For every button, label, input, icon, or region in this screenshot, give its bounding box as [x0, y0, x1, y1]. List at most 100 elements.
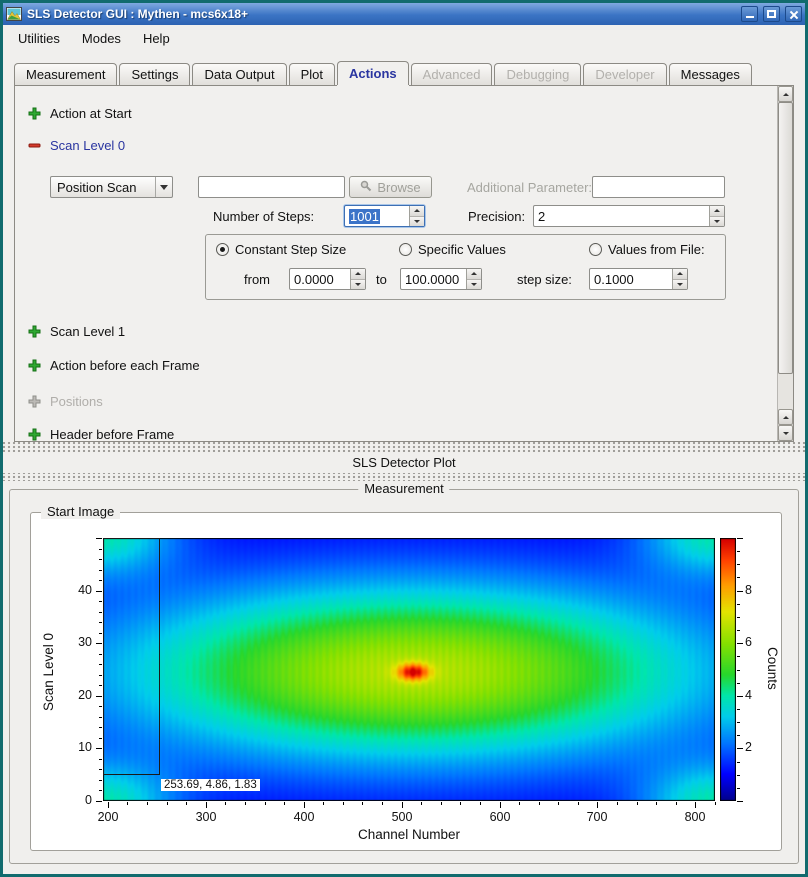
step-size-spinbox[interactable]: 0.1000: [589, 268, 688, 290]
menu-utilities[interactable]: Utilities: [11, 28, 67, 49]
axis-tick: [402, 802, 403, 808]
combo-dropdown-arrow[interactable]: [155, 177, 172, 197]
scrollbar-thumb[interactable]: [778, 102, 793, 374]
scroll-up-button[interactable]: [778, 86, 793, 102]
axis-tick: [99, 769, 102, 770]
tab-advanced[interactable]: Advanced: [411, 63, 493, 85]
expand-plus-icon[interactable]: [28, 428, 41, 441]
axis-tick: [265, 802, 266, 805]
to-spinbox[interactable]: 100.0000: [400, 268, 482, 290]
spin-up-button[interactable]: [467, 269, 481, 280]
positions-row[interactable]: Positions: [28, 394, 103, 409]
axis-tick: [225, 802, 226, 805]
axis-tick: [480, 802, 481, 805]
titlebar[interactable]: SLS Detector GUI : Mythen - mcs6x18+: [3, 3, 805, 25]
collapse-minus-icon[interactable]: [28, 139, 41, 152]
action-at-start-label: Action at Start: [50, 106, 132, 121]
number-of-steps-spinbox[interactable]: 1001: [344, 205, 425, 227]
tab-messages[interactable]: Messages: [669, 63, 752, 85]
menu-help[interactable]: Help: [136, 28, 177, 49]
plot-area: Measurement Start Image Scan Level 0 Cha…: [3, 481, 805, 874]
radio-specific-values[interactable]: Specific Values: [399, 242, 506, 257]
spin-up-button[interactable]: [710, 206, 724, 217]
axis-tick: [737, 630, 740, 631]
browse-button[interactable]: Browse: [349, 176, 432, 198]
spin-down-button[interactable]: [467, 280, 481, 290]
cbar-tick-label: 8: [745, 583, 752, 597]
actions-scrollbar[interactable]: [777, 86, 793, 441]
from-spinbox[interactable]: 0.0000: [289, 268, 366, 290]
axis-tick: [737, 696, 743, 697]
spin-up-button[interactable]: [351, 269, 365, 280]
tab-settings[interactable]: Settings: [119, 63, 190, 85]
action-before-frame-row[interactable]: Action before each Frame: [28, 358, 200, 373]
menu-modes[interactable]: Modes: [75, 28, 128, 49]
measurement-group: Measurement Start Image Scan Level 0 Cha…: [9, 489, 799, 864]
scan-mode-value: Position Scan: [51, 177, 155, 197]
precision-value[interactable]: 2: [534, 206, 709, 226]
scroll-up-button-bottom[interactable]: [778, 409, 793, 425]
axis-tick: [323, 802, 324, 805]
maximize-button[interactable]: [763, 6, 780, 22]
axis-tick: [737, 748, 743, 749]
tab-actions[interactable]: Actions: [337, 61, 409, 85]
expand-plus-icon[interactable]: [28, 107, 41, 120]
axis-tick: [597, 802, 598, 808]
scan-level-1-row[interactable]: Scan Level 1: [28, 324, 125, 339]
radio-constant-step-size[interactable]: Constant Step Size: [216, 242, 346, 257]
minimize-button[interactable]: [741, 6, 758, 22]
additional-parameter-field[interactable]: [592, 176, 725, 198]
tab-bar-wrap: Measurement Settings Data Output Plot Ac…: [3, 51, 805, 85]
from-value[interactable]: 0.0000: [290, 269, 350, 289]
x-tick-label: 200: [88, 810, 128, 824]
precision-spinbox[interactable]: 2: [533, 205, 725, 227]
axis-tick: [99, 717, 102, 718]
axis-tick: [421, 802, 422, 805]
spin-buttons: [466, 269, 481, 289]
tab-measurement[interactable]: Measurement: [14, 63, 117, 85]
step-size-value[interactable]: 0.1000: [590, 269, 672, 289]
x-axis-title: Channel Number: [103, 827, 715, 842]
splitter-handle-lower[interactable]: [3, 473, 805, 481]
cbar-tick-label: 6: [745, 635, 752, 649]
spin-down-button[interactable]: [673, 280, 687, 290]
y-tick-label: 40: [62, 583, 92, 597]
axis-tick: [206, 802, 207, 808]
header-before-frame-row[interactable]: Header before Frame: [28, 427, 174, 441]
tab-debugging[interactable]: Debugging: [494, 63, 581, 85]
scroll-down-button[interactable]: [778, 425, 793, 441]
axis-tick: [99, 601, 102, 602]
axis-tick: [304, 802, 305, 808]
expand-plus-icon[interactable]: [28, 325, 41, 338]
spin-down-button[interactable]: [410, 217, 424, 227]
spin-up-button[interactable]: [410, 206, 424, 217]
axis-tick: [737, 709, 740, 710]
scan-level-0-row[interactable]: Scan Level 0: [28, 138, 125, 153]
close-button[interactable]: [785, 6, 802, 22]
axis-tick: [99, 570, 102, 571]
window-title: SLS Detector GUI : Mythen - mcs6x18+: [27, 7, 736, 21]
radio-icon: [399, 243, 412, 256]
spin-up-button[interactable]: [673, 269, 687, 280]
heatmap-canvas[interactable]: [103, 538, 715, 801]
colorbar: [720, 538, 736, 801]
to-value[interactable]: 100.0000: [401, 269, 466, 289]
action-at-start-row[interactable]: Action at Start: [28, 106, 132, 121]
tab-plot[interactable]: Plot: [289, 63, 335, 85]
radio-constant-label: Constant Step Size: [235, 242, 346, 257]
start-image-group: Start Image Scan Level 0 Channel Number …: [30, 512, 782, 851]
number-of-steps-value[interactable]: 1001: [345, 206, 409, 226]
axis-tick: [99, 580, 102, 581]
radio-values-from-file[interactable]: Values from File:: [589, 242, 705, 257]
axis-tick: [99, 559, 102, 560]
scan-mode-combo[interactable]: Position Scan: [50, 176, 173, 198]
axis-tick: [617, 802, 618, 805]
tab-developer[interactable]: Developer: [583, 63, 666, 85]
additional-parameter-label: Additional Parameter:: [467, 176, 592, 198]
spin-down-button[interactable]: [351, 280, 365, 290]
expand-plus-icon[interactable]: [28, 359, 41, 372]
spin-down-button[interactable]: [710, 217, 724, 227]
splitter-handle[interactable]: [3, 442, 805, 452]
scan-script-field[interactable]: [198, 176, 345, 198]
tab-data-output[interactable]: Data Output: [192, 63, 286, 85]
